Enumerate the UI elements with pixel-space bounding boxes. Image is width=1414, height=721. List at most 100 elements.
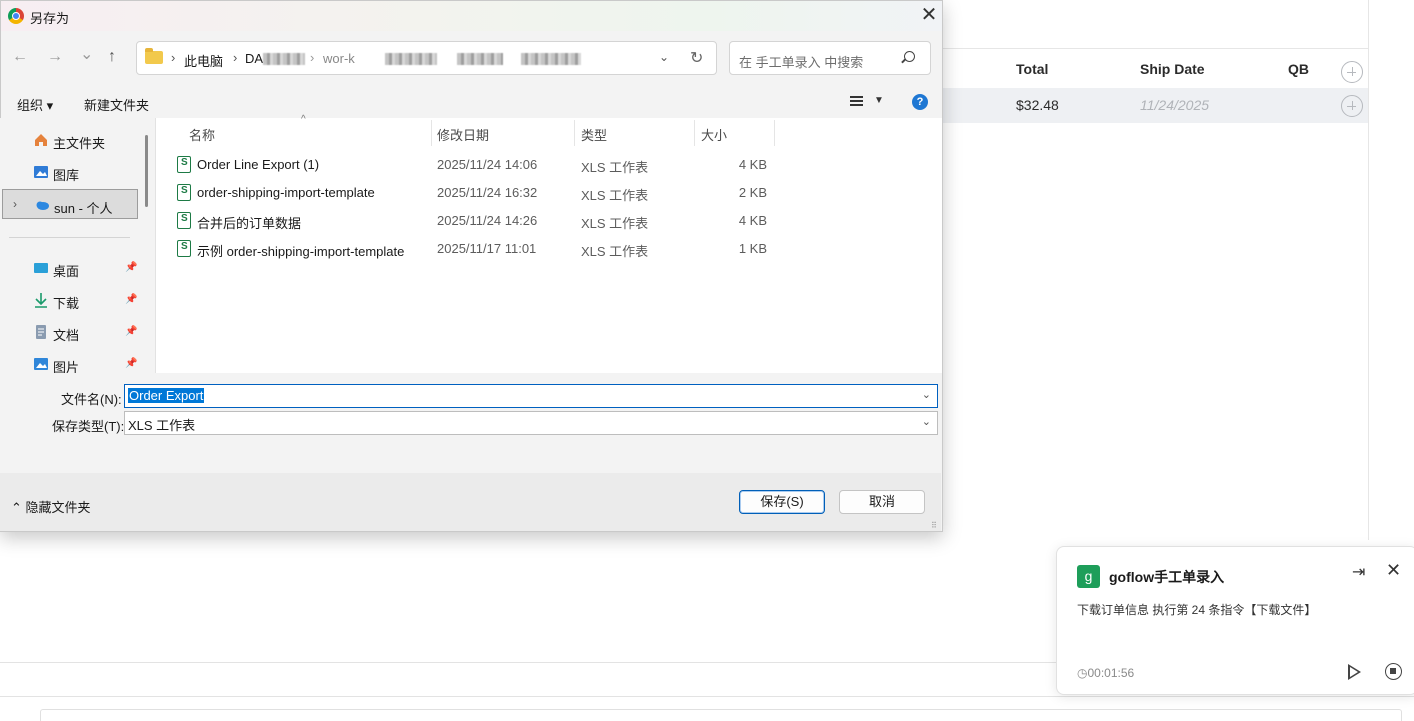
file-modified: 2025/11/24 16:32 bbox=[437, 185, 538, 200]
hide-folders-label: 隐藏文件夹 bbox=[25, 500, 91, 515]
column-separator[interactable] bbox=[431, 120, 432, 146]
home-icon bbox=[35, 134, 47, 146]
breadcrumb-this-pc[interactable]: 此电脑 bbox=[184, 51, 223, 70]
breadcrumb-drive[interactable]: DA bbox=[245, 51, 263, 66]
breadcrumb-work[interactable]: wor-k bbox=[323, 51, 355, 66]
sidebar-item-gallery[interactable]: 图库 bbox=[0, 157, 137, 187]
search-icon[interactable] bbox=[904, 51, 915, 62]
close-icon[interactable]: ✕ bbox=[915, 3, 943, 29]
pin-icon[interactable]: 📌 bbox=[125, 294, 137, 305]
refresh-icon[interactable]: ↻ bbox=[690, 48, 703, 68]
redacted-path bbox=[263, 53, 305, 65]
dialog-title: 另存为 bbox=[30, 11, 70, 26]
file-row[interactable]: order-shipping-import-template 2025/11/2… bbox=[170, 179, 770, 207]
cancel-button[interactable]: 取消 bbox=[839, 490, 925, 514]
pin-icon[interactable]: 📌 bbox=[125, 326, 137, 337]
download-icon bbox=[35, 293, 47, 308]
filetype-select[interactable]: XLS 工作表 ⌄ bbox=[124, 411, 938, 435]
filetype-label: 保存类型(T): bbox=[52, 419, 125, 434]
column-separator[interactable] bbox=[574, 120, 575, 146]
file-modified: 2025/11/24 14:26 bbox=[437, 213, 538, 228]
spreadsheet-file-icon bbox=[177, 240, 191, 257]
sort-ascending-icon: ^ bbox=[301, 114, 306, 125]
organize-menu[interactable]: 组织 ▾ bbox=[17, 95, 53, 114]
file-row[interactable]: 合并后的订单数据 2025/11/24 14:26 XLS 工作表 4 KB bbox=[170, 207, 770, 235]
chevron-right-icon[interactable]: › bbox=[13, 197, 17, 211]
sidebar-item-downloads[interactable]: 下载 📌 bbox=[0, 285, 137, 315]
redacted-path bbox=[457, 53, 503, 65]
toast-message: 下载订单信息 执行第 24 条指令【下载文件】 bbox=[1077, 603, 1317, 617]
column-header-name[interactable]: 名称 bbox=[189, 125, 215, 144]
sidebar-item-label: 下载 bbox=[53, 296, 80, 311]
pin-icon[interactable]: 📌 bbox=[125, 358, 137, 369]
forward-arrow-icon[interactable]: → bbox=[47, 48, 63, 66]
save-button[interactable]: 保存(S) bbox=[739, 490, 825, 514]
chevron-down-icon[interactable]: ⌄ bbox=[659, 50, 669, 64]
sidebar-item-label: 主文件夹 bbox=[53, 136, 106, 151]
column-header-modified[interactable]: 修改日期 bbox=[437, 125, 489, 144]
file-name: order-shipping-import-template bbox=[197, 185, 375, 200]
add-column-icon[interactable] bbox=[1341, 61, 1363, 83]
chevron-down-icon[interactable]: ⌄ bbox=[922, 388, 931, 401]
sidebar-item-onedrive[interactable]: › sun - 个人 bbox=[2, 189, 138, 219]
column-header-type[interactable]: 类型 bbox=[581, 125, 607, 144]
filename-value[interactable]: Order Export bbox=[128, 388, 205, 403]
filename-field[interactable]: Order Export ⌄ bbox=[124, 384, 938, 408]
sidebar-item-home[interactable]: 主文件夹 bbox=[0, 125, 137, 155]
filename-label: 文件名(N): bbox=[61, 392, 122, 407]
file-type: XLS 工作表 bbox=[581, 244, 649, 259]
spreadsheet-file-icon bbox=[177, 212, 191, 229]
automation-toast: g goflow手工单录入 ⇥ ✕ 下载订单信息 执行第 24 条指令【下载文件… bbox=[1056, 546, 1414, 695]
file-name: 示例 order-shipping-import-template bbox=[197, 244, 405, 259]
file-name: 合并后的订单数据 bbox=[197, 216, 302, 231]
chevron-down-icon[interactable]: ⌄ bbox=[922, 415, 931, 428]
elapsed-time: ◷00:01:56 bbox=[1077, 666, 1134, 680]
help-icon[interactable]: ? bbox=[912, 94, 928, 110]
column-separator[interactable] bbox=[694, 120, 695, 146]
dialog-titlebar[interactable]: 另存为 ✕ bbox=[1, 1, 942, 31]
back-arrow-icon[interactable]: ← bbox=[12, 48, 28, 66]
breadcrumb-separator: › bbox=[233, 50, 238, 65]
sidebar-item-pictures[interactable]: 图片 📌 bbox=[0, 349, 137, 373]
divider bbox=[1368, 0, 1369, 540]
stop-icon[interactable] bbox=[1385, 663, 1402, 680]
resize-grip-icon[interactable]: ⠿ bbox=[931, 521, 937, 530]
sidebar-scrollbar[interactable] bbox=[145, 135, 148, 207]
table-top-border bbox=[940, 48, 1368, 49]
column-header-total: Total bbox=[1016, 61, 1049, 77]
search-input[interactable]: 在 手工单录入 中搜索 bbox=[739, 52, 863, 71]
sidebar-item-desktop[interactable]: 桌面 📌 bbox=[0, 253, 137, 283]
bottom-panel bbox=[40, 709, 1402, 721]
divider bbox=[9, 237, 130, 238]
chevron-up-icon: ⌃ bbox=[11, 500, 22, 515]
file-type: XLS 工作表 bbox=[581, 216, 649, 231]
column-separator[interactable] bbox=[774, 120, 775, 146]
breadcrumb-separator: › bbox=[171, 50, 176, 65]
collapse-to-side-icon[interactable]: ⇥ bbox=[1352, 562, 1365, 582]
play-icon[interactable] bbox=[1348, 664, 1361, 680]
elapsed-time-value: 00:01:56 bbox=[1087, 666, 1135, 680]
chevron-down-icon[interactable]: ▼ bbox=[874, 95, 884, 106]
view-options-icon[interactable] bbox=[850, 96, 863, 106]
address-bar[interactable]: › 此电脑 › DA › wor-k ⌄ ↻ bbox=[136, 41, 717, 75]
close-icon[interactable]: ✕ bbox=[1386, 560, 1401, 581]
sidebar-item-label: 文档 bbox=[53, 328, 80, 343]
file-size: 1 KB bbox=[738, 241, 767, 256]
add-row-icon[interactable] bbox=[1341, 95, 1363, 117]
spreadsheet-file-icon bbox=[177, 156, 191, 173]
search-box[interactable]: 在 手工单录入 中搜索 bbox=[729, 41, 931, 75]
file-row[interactable]: 示例 order-shipping-import-template 2025/1… bbox=[170, 235, 770, 263]
column-header-size[interactable]: 大小 bbox=[701, 125, 727, 144]
folder-icon bbox=[145, 48, 163, 64]
row-total: $32.48 bbox=[1016, 97, 1059, 113]
pin-icon[interactable]: 📌 bbox=[125, 262, 137, 273]
redacted-path bbox=[385, 53, 437, 65]
up-arrow-icon[interactable]: ↑ bbox=[108, 48, 116, 66]
hide-folders-toggle[interactable]: ⌃ 隐藏文件夹 bbox=[11, 497, 91, 516]
recent-locations-chevron-icon[interactable]: ⌄ bbox=[80, 46, 93, 64]
sidebar-item-label: sun - 个人 bbox=[54, 201, 113, 216]
goflow-logo: g bbox=[1077, 565, 1100, 588]
new-folder-button[interactable]: 新建文件夹 bbox=[84, 95, 149, 114]
file-row[interactable]: Order Line Export (1) 2025/11/24 14:06 X… bbox=[170, 151, 770, 179]
sidebar-item-documents[interactable]: 文档 📌 bbox=[0, 317, 137, 347]
